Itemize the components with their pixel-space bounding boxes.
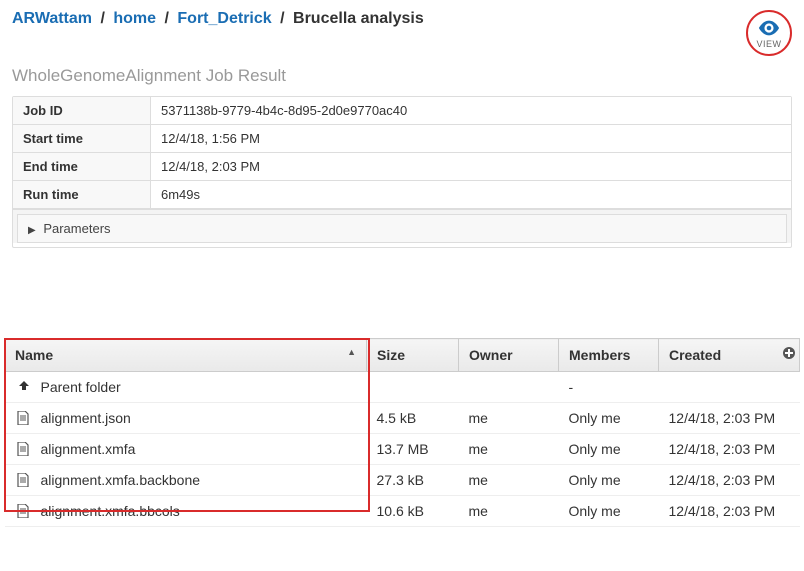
parameters-label: Parameters bbox=[43, 221, 110, 236]
file-created: 12/4/18, 2:03 PM bbox=[659, 496, 800, 527]
page-subtitle: WholeGenomeAlignment Job Result bbox=[0, 62, 804, 96]
sort-asc-icon: ▲ bbox=[347, 347, 356, 357]
file-size: 4.5 kB bbox=[367, 403, 459, 434]
breadcrumb-link-0[interactable]: ARWattam bbox=[12, 10, 92, 27]
file-icon bbox=[15, 411, 31, 425]
file-owner: me bbox=[459, 434, 559, 465]
file-name: alignment.json bbox=[41, 410, 131, 426]
file-members: Only me bbox=[559, 434, 659, 465]
col-header-size[interactable]: Size bbox=[367, 339, 459, 372]
triangle-right-icon: ▶ bbox=[28, 225, 36, 236]
file-name: alignment.xmfa bbox=[41, 441, 136, 457]
view-button-label: VIEW bbox=[756, 39, 781, 49]
parent-folder-row[interactable]: Parent folder - bbox=[5, 372, 800, 403]
up-arrow-icon bbox=[15, 380, 31, 394]
file-owner: me bbox=[459, 403, 559, 434]
file-icon bbox=[15, 473, 31, 487]
file-name: alignment.xmfa.backbone bbox=[41, 472, 201, 488]
file-row[interactable]: alignment.xmfa.bbcols 10.6 kBmeOnly me12/… bbox=[5, 496, 800, 527]
file-size: 13.7 MB bbox=[367, 434, 459, 465]
file-members: Only me bbox=[559, 496, 659, 527]
file-created: 12/4/18, 2:03 PM bbox=[659, 434, 800, 465]
run-time-value: 6m49s bbox=[151, 181, 791, 208]
file-row[interactable]: alignment.json 4.5 kBmeOnly me12/4/18, 2:… bbox=[5, 403, 800, 434]
add-column-button[interactable] bbox=[782, 346, 796, 360]
breadcrumb-link-1[interactable]: home bbox=[113, 10, 156, 27]
breadcrumb: ARWattam / home / Fort_Detrick / Brucell… bbox=[12, 10, 746, 28]
parent-folder-label: Parent folder bbox=[41, 379, 121, 395]
file-members: Only me bbox=[559, 403, 659, 434]
view-button[interactable]: VIEW bbox=[746, 10, 792, 56]
start-time-label: Start time bbox=[13, 125, 151, 152]
job-meta-panel: Job ID 5371138b-9779-4b4c-8d95-2d0e9770a… bbox=[12, 96, 792, 248]
col-header-owner[interactable]: Owner bbox=[459, 339, 559, 372]
start-time-value: 12/4/18, 1:56 PM bbox=[151, 125, 791, 152]
eye-icon bbox=[758, 20, 780, 39]
end-time-label: End time bbox=[13, 153, 151, 180]
parameters-toggle[interactable]: ▶ Parameters bbox=[17, 214, 787, 243]
file-owner: me bbox=[459, 496, 559, 527]
file-members: Only me bbox=[559, 465, 659, 496]
col-header-members[interactable]: Members bbox=[559, 339, 659, 372]
run-time-label: Run time bbox=[13, 181, 151, 208]
file-owner: me bbox=[459, 465, 559, 496]
breadcrumb-current: Brucella analysis bbox=[293, 10, 424, 27]
col-header-name[interactable]: Name ▲ bbox=[5, 339, 367, 372]
file-created: 12/4/18, 2:03 PM bbox=[659, 465, 800, 496]
file-icon bbox=[15, 504, 31, 518]
end-time-value: 12/4/18, 2:03 PM bbox=[151, 153, 791, 180]
file-name: alignment.xmfa.bbcols bbox=[41, 503, 180, 519]
file-size: 10.6 kB bbox=[367, 496, 459, 527]
job-id-value: 5371138b-9779-4b4c-8d95-2d0e9770ac40 bbox=[151, 97, 791, 124]
file-created: 12/4/18, 2:03 PM bbox=[659, 403, 800, 434]
file-row[interactable]: alignment.xmfa 13.7 MBmeOnly me12/4/18, 2… bbox=[5, 434, 800, 465]
breadcrumb-link-2[interactable]: Fort_Detrick bbox=[177, 10, 271, 27]
file-icon bbox=[15, 442, 31, 456]
col-header-created[interactable]: Created bbox=[659, 339, 800, 372]
file-row[interactable]: alignment.xmfa.backbone 27.3 kBmeOnly me1… bbox=[5, 465, 800, 496]
job-id-label: Job ID bbox=[13, 97, 151, 124]
file-size: 27.3 kB bbox=[367, 465, 459, 496]
file-table: Name ▲ Size Owner Members Created Parent… bbox=[4, 338, 800, 527]
